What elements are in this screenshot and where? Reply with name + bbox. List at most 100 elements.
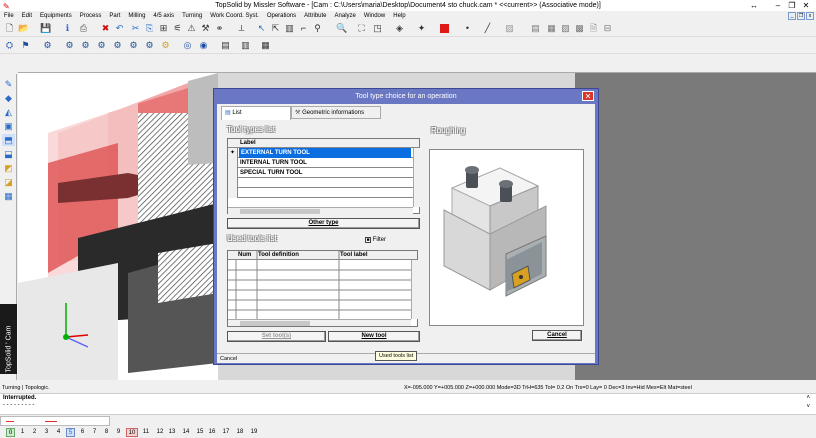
cam-op2-icon[interactable]: ⚙ <box>80 40 91 51</box>
ruler-icon[interactable]: ⚟ <box>172 23 183 34</box>
menu-edit[interactable]: Edit <box>18 11 36 21</box>
cam-setup-icon[interactable]: ⚙ <box>42 40 53 51</box>
restore-icon[interactable]: ↔ <box>744 0 764 11</box>
page-tab[interactable]: 7 <box>90 428 99 437</box>
close-window-button[interactable]: ✕ <box>796 0 816 11</box>
cam-doc-icon[interactable]: ▤ <box>220 40 231 51</box>
page-tab[interactable]: 9 <box>114 428 123 437</box>
layer-3-icon[interactable]: ▧ <box>560 23 571 34</box>
save-icon[interactable]: 💾 <box>40 23 51 34</box>
command-scroll-up-icon[interactable]: ˄ <box>806 395 810 401</box>
cam-op3-icon[interactable]: ⚙ <box>96 40 107 51</box>
tool-type-row[interactable]: ✦ EXTERNAL TURN TOOL <box>228 148 419 158</box>
hide-icon[interactable]: ⊞ <box>158 23 169 34</box>
shape-icon[interactable]: ◆ <box>2 92 15 104</box>
tooling-icon[interactable]: ◪ <box>2 176 15 188</box>
used-tools-vscroll[interactable] <box>411 260 418 319</box>
other-type-button[interactable]: Other type <box>227 218 420 229</box>
new-document-icon[interactable]: 🗋 <box>4 23 15 34</box>
filter-checkbox[interactable]: ■ Filter <box>365 237 386 243</box>
shade-icon[interactable]: ◈ <box>394 23 405 34</box>
menu-attribute[interactable]: Attribute <box>300 11 330 21</box>
new-tool-button[interactable]: New tool <box>328 331 420 342</box>
cam-flag-icon[interactable]: ⚑ <box>20 40 31 51</box>
tab-geometric-informations[interactable]: ⚒ Geometric informations <box>291 106 381 119</box>
print-icon[interactable]: ⎙ <box>78 23 89 34</box>
input-strip[interactable] <box>0 416 110 426</box>
color-swatch-icon[interactable] <box>440 24 449 33</box>
page-tab[interactable]: 4 <box>54 428 63 437</box>
zoom-icon[interactable]: 🔍 <box>336 23 347 34</box>
hatch-icon[interactable]: ▨ <box>504 23 515 34</box>
page-tab[interactable]: 12 <box>154 428 166 437</box>
layer-2-icon[interactable]: ▦ <box>546 23 557 34</box>
tool-types-hscroll[interactable] <box>228 207 413 214</box>
tool-icon[interactable]: ⚒ <box>200 23 211 34</box>
page-tab[interactable]: 11 <box>140 428 152 437</box>
scroll-thumb[interactable] <box>240 321 310 326</box>
cam-op1-icon[interactable]: ⚙ <box>64 40 75 51</box>
measure-icon[interactable]: ⚠ <box>186 23 197 34</box>
command-scroll-down-icon[interactable]: ˅ <box>806 404 810 410</box>
arrow-icon[interactable]: ↖ <box>256 23 267 34</box>
menu-operations[interactable]: Operations <box>263 11 300 21</box>
open-folder-icon[interactable]: 📂 <box>18 23 29 34</box>
view-icon[interactable]: ◳ <box>372 23 383 34</box>
menu-help[interactable]: Help <box>389 11 409 21</box>
cam-op5-icon[interactable]: ⚙ <box>128 40 139 51</box>
menu-milling[interactable]: Milling <box>124 11 149 21</box>
page-tab[interactable]: 17 <box>220 428 232 437</box>
menu-window[interactable]: Window <box>360 11 389 21</box>
link-icon[interactable]: ⚭ <box>214 23 225 34</box>
page-tab[interactable]: 5 <box>66 428 75 437</box>
page-tab[interactable]: 0 <box>6 428 15 437</box>
copy-icon[interactable]: ⎘ <box>144 23 155 34</box>
page-tab[interactable]: 14 <box>180 428 192 437</box>
cam-report-icon[interactable]: ▥ <box>240 40 251 51</box>
page-tab[interactable]: 10 <box>126 428 138 437</box>
pencil-icon[interactable]: ✎ <box>2 78 15 90</box>
fit-icon[interactable]: ⛶ <box>356 23 367 34</box>
dimension-icon[interactable]: ⟂ <box>236 23 247 34</box>
bars-icon[interactable]: ▥ <box>284 23 295 34</box>
menu-turning[interactable]: Turning <box>178 11 206 21</box>
menu-analyze[interactable]: Analyze <box>331 11 360 21</box>
cam-op7-icon[interactable]: ⚙ <box>160 40 171 51</box>
menu-work-coord[interactable]: Work Coord. Syst. <box>206 11 263 21</box>
page-tab[interactable]: 19 <box>248 428 260 437</box>
properties-icon[interactable]: ⊟ <box>602 23 613 34</box>
cut-icon[interactable]: ✂ <box>130 23 141 34</box>
page-tab[interactable]: 15 <box>194 428 206 437</box>
tab-list[interactable]: ▤ List <box>221 106 291 120</box>
page-tab[interactable]: 16 <box>206 428 218 437</box>
assembly-icon[interactable]: ⬓ <box>2 148 15 160</box>
set-tools-button[interactable]: Set tool(s) <box>227 331 326 342</box>
lighting-icon[interactable]: ✦ <box>416 23 427 34</box>
layer-icon[interactable]: ▤ <box>530 23 541 34</box>
page-tab[interactable]: 3 <box>42 428 51 437</box>
tool-types-vscroll[interactable] <box>413 148 420 207</box>
line-style-icon[interactable]: ╱ <box>482 23 493 34</box>
cam-sim2-icon[interactable]: ◉ <box>198 40 209 51</box>
mdi-close-button[interactable]: x <box>806 12 814 20</box>
cam-sim1-icon[interactable]: ◎ <box>182 40 193 51</box>
turning-icon[interactable]: ⬒ <box>2 134 15 146</box>
menu-process[interactable]: Process <box>76 11 106 21</box>
mdi-minimize-button[interactable]: _ <box>788 12 796 20</box>
page-tab[interactable]: 13 <box>166 428 178 437</box>
dialog-close-button[interactable]: ✕ <box>582 91 594 101</box>
point-style-icon[interactable]: • <box>462 23 473 34</box>
solid-icon[interactable]: ▣ <box>2 120 15 132</box>
menu-file[interactable]: File <box>0 11 18 21</box>
menu-equipments[interactable]: Equipments <box>36 11 76 21</box>
used-tools-hscroll[interactable] <box>228 319 411 326</box>
drafting-icon[interactable]: ◩ <box>2 162 15 174</box>
info-icon[interactable]: ℹ <box>62 23 73 34</box>
menu-4-5-axis[interactable]: 4/5 axis <box>149 11 178 21</box>
scroll-thumb[interactable] <box>240 209 320 214</box>
surface-icon[interactable]: ◭ <box>2 106 15 118</box>
page-tab[interactable]: 18 <box>234 428 246 437</box>
document-icon[interactable]: 🗎 <box>588 23 599 34</box>
page-tab[interactable]: 6 <box>78 428 87 437</box>
mdi-restore-button[interactable]: ❐ <box>797 12 805 20</box>
